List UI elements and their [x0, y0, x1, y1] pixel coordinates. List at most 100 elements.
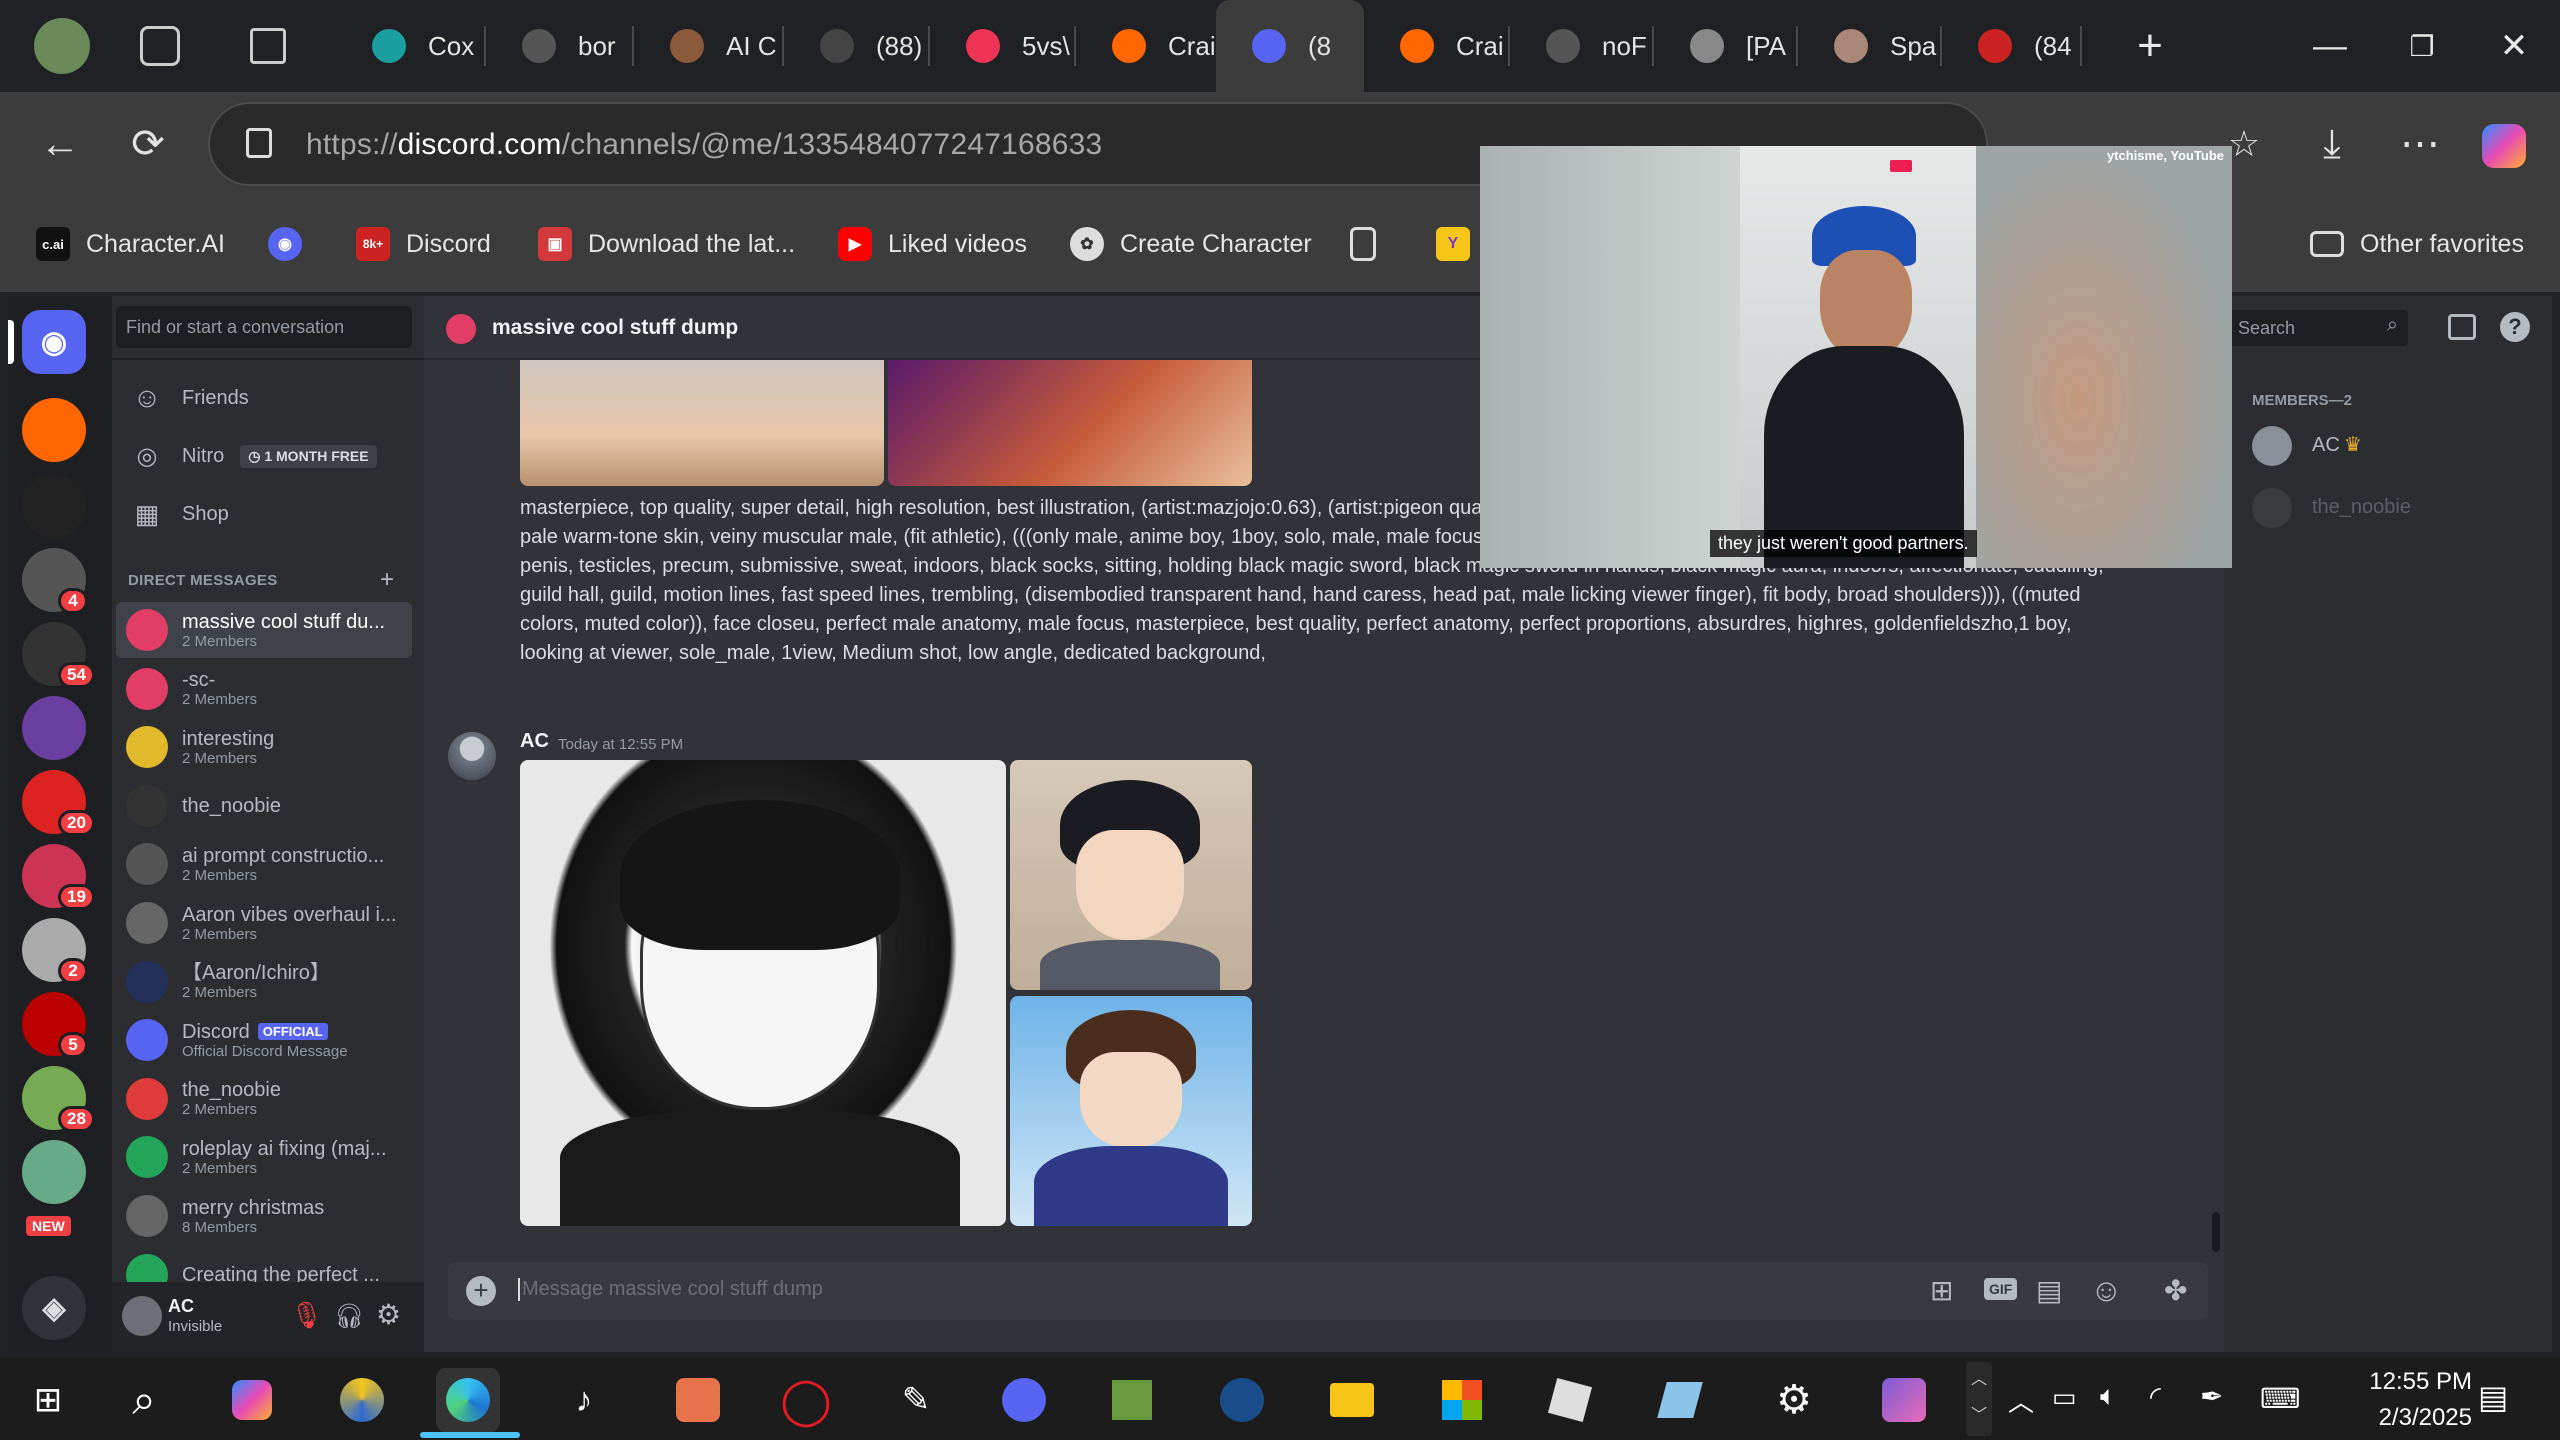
notifications-icon[interactable]: ▤	[2478, 1378, 2508, 1416]
conversation-search[interactable]: Find or start a conversation	[116, 306, 412, 348]
attached-image[interactable]	[1010, 760, 1252, 990]
tray-scroll[interactable]: ︿ ﹀	[1966, 1362, 1992, 1436]
settings-taskbar-icon[interactable]: ⚙	[1762, 1368, 1826, 1432]
chat-scrollbar[interactable]	[2212, 1212, 2220, 1252]
dm-item[interactable]: roleplay ai fixing (maj... 2 Members	[116, 1129, 412, 1185]
attached-image[interactable]	[1010, 996, 1252, 1226]
upload-plus-icon[interactable]: +	[466, 1276, 496, 1306]
composer-input[interactable]: Message massive cool stuff dump	[518, 1278, 823, 1301]
edge-icon[interactable]	[436, 1368, 500, 1432]
dm-item[interactable]: -sc- 2 Members	[116, 661, 412, 717]
favorite-y[interactable]: Y	[1436, 224, 1486, 264]
other-favorites[interactable]: Other favorites	[2310, 224, 2524, 264]
wifi-icon[interactable]: ◜	[2150, 1380, 2161, 1413]
nav-nitro[interactable]: ◎ Nitro ◷ 1 MONTH FREE	[116, 428, 412, 484]
workspaces-icon[interactable]	[140, 26, 180, 66]
attached-image[interactable]	[520, 760, 1006, 1226]
roblox-studio-icon[interactable]	[1648, 1368, 1712, 1432]
dm-item[interactable]: massive cool stuff du... 2 Members	[116, 602, 412, 658]
message-author[interactable]: AC	[520, 730, 549, 753]
back-icon[interactable]: ←	[28, 112, 92, 176]
more-options-icon[interactable]: ⋯	[2388, 112, 2452, 176]
favorite-liked-videos[interactable]: ▶ Liked videos	[838, 224, 1027, 264]
start-button[interactable]: ⊞	[16, 1368, 80, 1432]
microsoft-store-icon[interactable]	[1430, 1368, 1494, 1432]
sticker-icon[interactable]: ▤	[2036, 1274, 2062, 1307]
browser-tab[interactable]: bor	[486, 0, 634, 92]
create-dm-icon[interactable]: +	[380, 566, 394, 594]
minimize-button[interactable]: —	[2284, 0, 2376, 92]
author-avatar[interactable]	[448, 732, 496, 780]
clock-time[interactable]: 12:55 PM	[2336, 1368, 2472, 1396]
search-icon[interactable]: ⌕	[112, 1368, 176, 1432]
apps-icon[interactable]: ✤	[2164, 1274, 2187, 1307]
dm-item[interactable]: Discord OFFICIAL Official Discord Message	[116, 1012, 412, 1068]
emoji-icon[interactable]: ☺	[2090, 1272, 2123, 1309]
pen-icon[interactable]: ✒	[2200, 1380, 2223, 1413]
browser-tab[interactable]: [PA	[1654, 0, 1798, 92]
browser-tab[interactable]: AI C	[634, 0, 784, 92]
dm-item[interactable]: 【Aaron/Ichiro】 2 Members	[116, 954, 412, 1010]
user-avatar[interactable]	[122, 1296, 162, 1336]
dm-item[interactable]: interesting 2 Members	[116, 719, 412, 775]
chrome-beta-icon[interactable]	[330, 1368, 394, 1432]
browser-tab[interactable]: Crai	[1364, 0, 1510, 92]
server-icon[interactable]	[22, 474, 86, 538]
gif-icon[interactable]: GIF	[1984, 1278, 2018, 1300]
anime-app-icon[interactable]	[1872, 1368, 1936, 1432]
member-the-noobie[interactable]: the_noobie	[2252, 484, 2542, 534]
nav-friends[interactable]: ☺ Friends	[116, 370, 412, 426]
discover-icon[interactable]: ◈	[22, 1276, 86, 1340]
favorite-create-character[interactable]: ✿ Create Character	[1070, 224, 1312, 264]
discord-taskbar-icon[interactable]	[992, 1368, 1056, 1432]
app-orange-icon[interactable]	[666, 1368, 730, 1432]
browser-tab[interactable]: Cox	[336, 0, 486, 92]
dm-item[interactable]: the_noobie 2 Members	[116, 1071, 412, 1127]
favorite-discord[interactable]: 8k+ Discord	[356, 224, 491, 264]
browser-tab[interactable]: (84	[1942, 0, 2082, 92]
gift-icon[interactable]: ⊞	[1930, 1274, 1953, 1307]
mute-icon[interactable]: 🎙︎	[290, 1300, 323, 1331]
vertical-tabs-icon[interactable]	[250, 28, 286, 64]
member-ac[interactable]: AC ♛	[2252, 422, 2542, 472]
dm-item[interactable]: the_noobie	[116, 778, 412, 834]
discord-home-icon[interactable]: ◉	[22, 310, 86, 374]
tiktok-icon[interactable]: ♪	[552, 1368, 616, 1432]
show-hidden-icons[interactable]: ︿	[2008, 1382, 2034, 1419]
battery-icon[interactable]: ▭	[2052, 1382, 2077, 1413]
favorite-page[interactable]	[1350, 224, 1392, 264]
dm-item[interactable]: Aaron vibes overhaul i... 2 Members	[116, 895, 412, 951]
dm-item[interactable]: merry christmas 8 Members	[116, 1188, 412, 1244]
video-overlay[interactable]: ytchisme, YouTube they just weren't good…	[1480, 146, 2232, 568]
deafen-icon[interactable]: 🎧︎	[334, 1302, 364, 1331]
inbox-icon[interactable]	[2448, 314, 2476, 340]
favorite-character-ai[interactable]: c.ai Character.AI	[36, 224, 225, 264]
attached-image[interactable]	[520, 360, 884, 486]
server-icon[interactable]	[22, 1140, 86, 1204]
server-icon[interactable]	[22, 398, 86, 462]
new-tab-button[interactable]: +	[2104, 0, 2196, 92]
header-search[interactable]: Search ⌕	[2228, 310, 2408, 346]
nav-shop[interactable]: ▦ Shop	[116, 486, 412, 542]
roblox-icon[interactable]	[1538, 1368, 1602, 1432]
opera-icon[interactable]: ◯	[774, 1368, 838, 1432]
profile-avatar[interactable]	[34, 18, 90, 74]
url-text[interactable]: https://discord.com/channels/@me/1335484…	[306, 128, 1102, 162]
browser-tab[interactable]: Spa	[1798, 0, 1942, 92]
site-info-icon[interactable]	[246, 128, 272, 158]
paint-icon[interactable]: ✎	[884, 1368, 948, 1432]
favorite-download[interactable]: ▣ Download the lat...	[538, 224, 795, 264]
settings-gear-icon[interactable]: ⚙	[376, 1298, 401, 1331]
browser-tab[interactable]: (8✕	[1216, 0, 1364, 92]
steam-icon[interactable]	[1210, 1368, 1274, 1432]
image-editor-icon[interactable]	[1100, 1368, 1164, 1432]
dm-item[interactable]: ai prompt constructio... 2 Members	[116, 836, 412, 892]
file-explorer-icon[interactable]	[1320, 1368, 1384, 1432]
attached-image[interactable]	[888, 360, 1252, 486]
browser-tab[interactable]: Crai	[1076, 0, 1216, 92]
keyboard-icon[interactable]: ⌨	[2260, 1382, 2300, 1415]
favorite-discord-icon-only[interactable]: ◉	[268, 224, 318, 264]
server-icon[interactable]	[22, 696, 86, 760]
browser-tab[interactable]: (88)	[784, 0, 930, 92]
copilot-icon[interactable]	[2482, 124, 2526, 168]
